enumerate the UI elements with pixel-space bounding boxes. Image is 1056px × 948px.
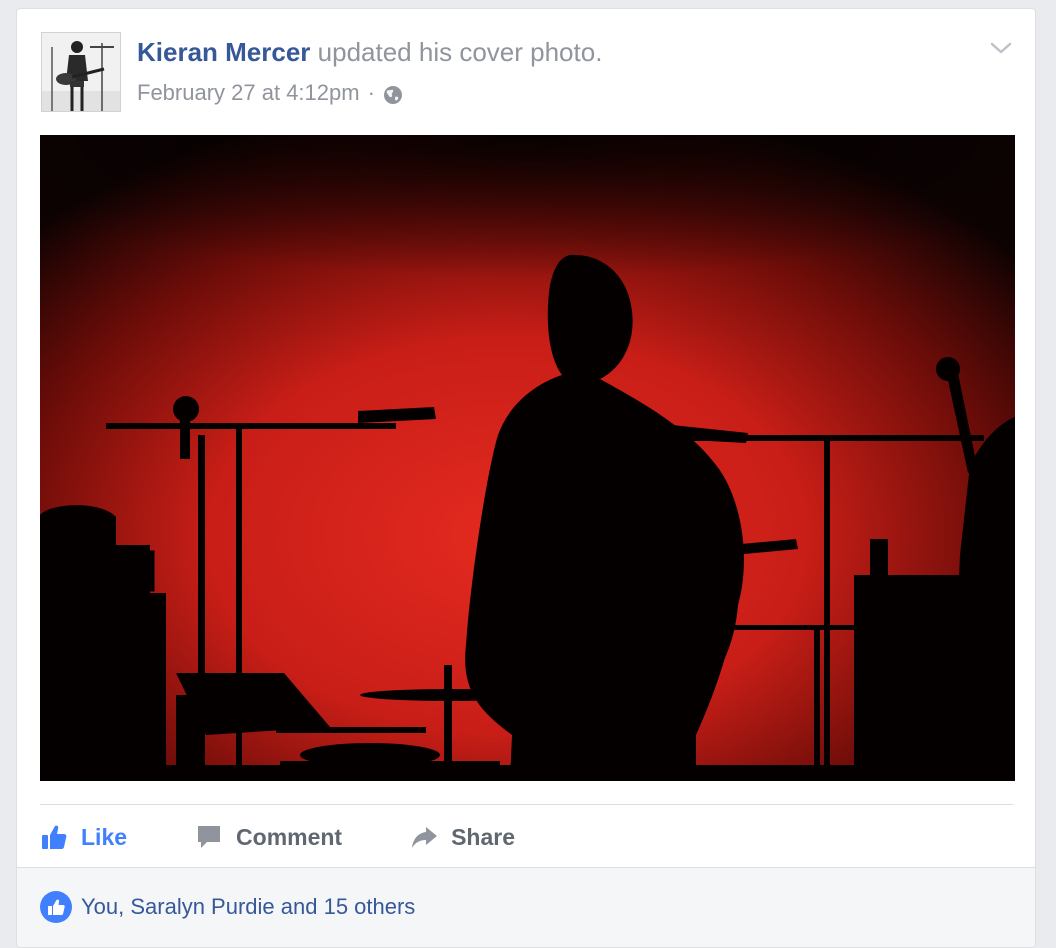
comment-button[interactable]: Comment xyxy=(195,823,342,851)
author-avatar[interactable] xyxy=(41,32,121,112)
post-action-bar: Like Comment Share xyxy=(40,815,583,859)
action-divider xyxy=(40,804,1013,805)
post-timestamp[interactable]: February 27 at 4:12pm xyxy=(137,78,360,108)
share-button[interactable]: Share xyxy=(410,823,515,851)
cover-photo[interactable] xyxy=(40,135,1015,781)
chevron-down-icon[interactable] xyxy=(989,39,1013,57)
thumbs-up-icon xyxy=(40,823,68,851)
feed-post-card: Kieran Mercer updated his cover photo. F… xyxy=(16,8,1036,948)
reactions-summary[interactable]: You, Saralyn Purdie and 15 others xyxy=(40,891,415,923)
like-button[interactable]: Like xyxy=(40,823,127,851)
like-label: Like xyxy=(81,823,128,850)
author-name-link[interactable]: Kieran Mercer xyxy=(137,37,310,67)
reactions-footer: You, Saralyn Purdie and 15 others xyxy=(17,867,1035,947)
reactions-summary-text: You, Saralyn Purdie and 15 others xyxy=(81,894,416,919)
share-label: Share xyxy=(451,823,516,850)
post-meta: February 27 at 4:12pm · xyxy=(137,78,403,108)
meta-separator: · xyxy=(367,80,375,105)
like-badge-icon xyxy=(40,891,72,923)
post-action-text: updated his cover photo. xyxy=(317,37,603,67)
comment-icon xyxy=(195,823,223,851)
comment-label: Comment xyxy=(236,823,343,850)
post-headline: Kieran Mercer updated his cover photo. xyxy=(137,35,602,69)
globe-icon[interactable] xyxy=(383,83,403,104)
share-icon xyxy=(410,823,438,851)
